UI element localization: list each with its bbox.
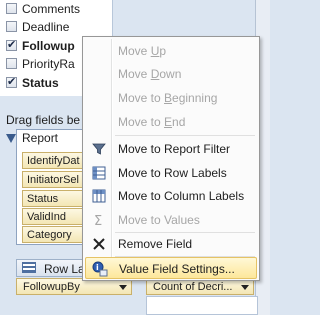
report-filter-label: Report [22, 131, 59, 145]
chevron-down-icon[interactable] [241, 285, 249, 290]
field-label: Deadline [22, 20, 70, 34]
filter-icon [6, 134, 16, 143]
menu-item-label: Remove Field [118, 237, 193, 251]
field-checkbox-status[interactable] [6, 75, 17, 88]
menu-item-label: Move to Row Labels [118, 166, 227, 180]
menu-item-label: Move Up [118, 44, 167, 58]
filter-icon [91, 141, 107, 157]
row-field-chip-label: FollowupBy [23, 281, 80, 293]
menu-item-label: Move to Beginning [118, 91, 218, 105]
svg-text:Σ: Σ [94, 214, 102, 228]
field-label: PriorityRa [22, 57, 75, 71]
menu-item-label: Move Down [118, 67, 182, 81]
drag-fields-label: Drag fields be [6, 113, 81, 127]
menu-item-move-down[interactable]: Move Down [85, 63, 257, 85]
values-field-chip-label: Count of Decri... [153, 281, 233, 293]
field-checkbox-followup[interactable] [6, 38, 17, 51]
field-label: Status [22, 76, 59, 90]
row-labels-icon [91, 165, 107, 181]
menu-item-move-to-values[interactable]: Σ Move to Values [85, 209, 257, 231]
chevron-down-icon[interactable] [119, 285, 127, 290]
menu-item-label: Move to Column Labels [118, 189, 245, 203]
column-labels-icon [91, 188, 107, 204]
menu-item-move-to-row-labels[interactable]: Move to Row Labels [85, 162, 257, 184]
menu-item-label: Move to End [118, 115, 186, 129]
sigma-icon: Σ [91, 212, 107, 229]
remove-x-icon [91, 236, 107, 252]
menu-item-value-field-settings[interactable]: i Value Field Settings... [85, 257, 257, 279]
field-item-comments[interactable]: Comments [22, 0, 108, 18]
menu-item-move-up[interactable]: Move Up [85, 40, 257, 62]
field-label: Comments [22, 2, 81, 16]
menu-item-label: Move to Report Filter [118, 142, 231, 156]
svg-text:i: i [96, 263, 99, 272]
menu-separator [115, 135, 255, 136]
values-area[interactable] [146, 296, 258, 315]
menu-item-move-to-report-filter[interactable]: Move to Report Filter [85, 138, 257, 160]
menu-item-move-to-beginning[interactable]: Move to Beginning [85, 87, 257, 109]
field-context-menu: Move Up Move Down Move to Beginning Move… [82, 36, 260, 281]
row-labels-label: Row Lal [44, 262, 88, 276]
field-checkbox-comments[interactable] [6, 3, 17, 14]
menu-item-label: Move to Values [118, 213, 200, 227]
field-settings-icon: i [92, 261, 108, 277]
menu-item-move-to-column-labels[interactable]: Move to Column Labels [85, 185, 257, 207]
row-labels-icon [22, 262, 36, 273]
field-checkbox-deadline[interactable] [6, 21, 17, 32]
field-checkbox-priorityra[interactable] [6, 58, 17, 69]
field-label: Followup [22, 39, 75, 53]
field-item-deadline[interactable]: Deadline [22, 18, 108, 36]
menu-item-label: Value Field Settings... [119, 262, 235, 276]
menu-item-move-to-end[interactable]: Move to End [85, 111, 257, 133]
menu-item-remove-field[interactable]: Remove Field [85, 233, 257, 255]
